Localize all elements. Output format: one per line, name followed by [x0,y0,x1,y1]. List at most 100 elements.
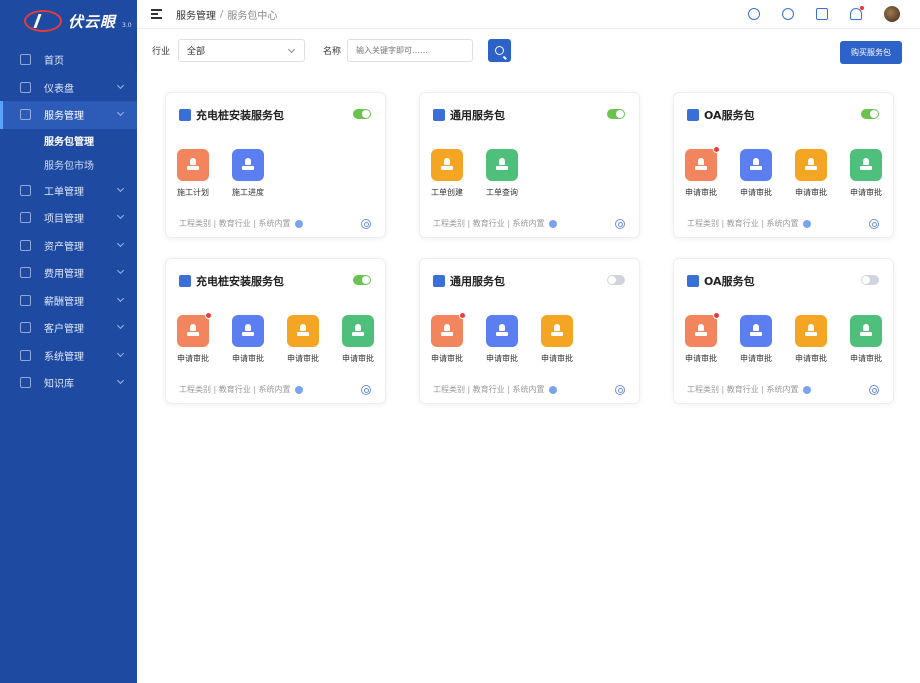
settings-icon[interactable] [361,385,371,395]
app-label: 申请审批 [486,354,518,363]
info-icon[interactable] [802,385,811,394]
app-item[interactable]: 工单查询 [486,149,518,198]
app-item[interactable]: 申请审批 [486,315,518,364]
stamp-icon [187,158,199,172]
stamp-icon [860,158,872,172]
sidebar-item-system[interactable]: 系统管理 [0,342,137,370]
sidebar-item-service[interactable]: 服务管理 [0,101,137,129]
sidebar-item-salary[interactable]: 薪酬管理 [0,287,137,315]
sidebar: 伏云眼 3.0 首页 仪表盘 服务管理 服务包管理 服务包市场 工单管理 项目管理 资产管理费… [0,0,137,683]
industry-select[interactable]: 全部 [178,39,306,62]
info-icon[interactable] [802,219,811,228]
stamp-icon [297,324,309,338]
app-icon-tile [850,149,882,181]
app-label: 工单查询 [486,188,518,197]
info-icon[interactable] [548,219,557,228]
app-item[interactable]: 申请审批 [685,312,720,364]
settings-icon[interactable] [361,219,371,229]
app-item[interactable]: 申请审批 [541,315,573,364]
enable-toggle[interactable] [607,109,625,119]
app-item[interactable]: 申请审批 [850,315,882,364]
chevron-down-icon [116,376,125,385]
breadcrumb-parent[interactable]: 服务管理 [176,7,216,22]
enable-toggle[interactable] [607,275,625,285]
enable-toggle[interactable] [861,275,879,285]
stamp-icon [352,324,364,338]
app-item[interactable]: 申请审批 [795,149,827,198]
app-icon-tile [685,312,720,347]
app-item[interactable]: 申请审批 [431,312,466,364]
chevron-down-icon [116,108,125,117]
sidebar-item-workorder[interactable]: 工单管理 [0,177,137,205]
buy-service-package-button[interactable]: 购买服务包 [840,41,902,64]
info-icon[interactable] [294,219,303,228]
card-title: 通用服务包 [450,275,505,288]
sidebar-subitem-package-market[interactable]: 服务包市场 [0,153,137,177]
industry-select-value: 全部 [187,47,206,57]
info-icon[interactable] [294,385,303,394]
app-item[interactable]: 申请审批 [232,315,264,364]
app-item[interactable]: 申请审批 [685,146,720,198]
card-tags: 工程类别 | 教育行业 | 系统内置 [687,384,811,395]
app-item[interactable]: 申请审批 [795,315,827,364]
sidebar-item-cost[interactable]: 费用管理 [0,259,137,287]
app-item[interactable]: 申请审批 [740,315,772,364]
sidebar-item-knowledge[interactable]: 知识库 [0,369,137,397]
service-package-card[interactable]: 通用服务包 申请审批 申请审批 申请审批 工程类别 | 教育行业 | 系统内置 [419,258,640,404]
enable-toggle[interactable] [353,275,371,285]
info-icon[interactable] [548,385,557,394]
app-item[interactable]: 施工进度 [232,149,264,198]
sidebar-item-home[interactable]: 首页 [0,46,137,74]
card-tags: 工程类别 | 教育行业 | 系统内置 [433,384,557,395]
app-item[interactable]: 申请审批 [287,315,319,364]
settings-icon[interactable] [615,385,625,395]
stamp-icon [750,324,762,338]
stamp-icon [187,324,199,338]
menu-collapse-icon[interactable] [151,9,162,19]
breadcrumb-separator: / [220,8,224,20]
sidebar-menu: 首页 仪表盘 服务管理 服务包管理 服务包市场 工单管理 项目管理 资产管理 费用管理 薪酬管理客… [0,46,137,397]
enable-toggle[interactable] [353,109,371,119]
bell-icon[interactable] [850,6,864,20]
app-item[interactable]: 工单创建 [431,149,463,198]
settings-icon[interactable] [869,385,879,395]
app-label: 申请审批 [850,354,882,363]
stamp-icon [750,158,762,172]
service-package-card[interactable]: OA服务包 申请审批 申请审批 申请审批 申请审批 工程类别 | 教育行业 | 系统内置 [673,92,894,238]
app-item[interactable]: 申请审批 [850,149,882,198]
message-icon[interactable] [782,8,794,20]
service-package-card[interactable]: 充电桩安装服务包 申请审批 申请审批 申请审批 申请审批 工程类别 | 教育行业 | 系统… [165,258,386,404]
top-bar: 服务管理 / 服务包中心 [137,0,920,28]
name-search-input[interactable] [347,39,474,62]
card-title: 充电桩安装服务包 [196,275,284,288]
app-item[interactable]: 施工计划 [177,149,209,198]
sidebar-item-project[interactable]: 项目管理 [0,204,137,232]
enable-toggle[interactable] [861,109,879,119]
app-label: 施工计划 [177,188,209,197]
settings-icon[interactable] [615,219,625,229]
search-button[interactable] [488,39,512,62]
app-item[interactable]: 申请审批 [740,149,772,198]
avatar[interactable] [884,6,900,22]
stamp-icon [805,158,817,172]
stamp-icon [242,324,254,338]
service-package-card[interactable]: OA服务包 申请审批 申请审批 申请审批 申请审批 工程类别 | 教育行业 | 系统内置 [673,258,894,404]
service-package-card[interactable]: 充电桩安装服务包 施工计划 施工进度 工程类别 | 教育行业 | 系统内置 [165,92,386,238]
app-list: 工单创建 工单查询 [431,149,518,198]
logo[interactable]: 伏云眼 3.0 [0,0,137,42]
sidebar-subitem-package-manage[interactable]: 服务包管理 [0,129,137,153]
sidebar-item-dashboard[interactable]: 仪表盘 [0,74,137,102]
app-icon-tile [685,146,720,181]
monitor-icon [20,349,31,361]
sidebar-item-asset[interactable]: 资产管理 [0,232,137,260]
service-package-card[interactable]: 通用服务包 工单创建 工单查询 工程类别 | 教育行业 | 系统内置 [419,92,640,238]
app-icon-tile [431,312,466,347]
stamp-icon [441,324,453,338]
settings-icon[interactable] [869,219,879,229]
app-item[interactable]: 申请审批 [342,315,374,364]
calendar-icon[interactable] [816,8,828,20]
sidebar-item-customer[interactable]: 客户管理 [0,314,137,342]
app-item[interactable]: 申请审批 [177,312,212,364]
app-label: 申请审批 [431,354,463,363]
heart-icon[interactable] [748,8,760,20]
